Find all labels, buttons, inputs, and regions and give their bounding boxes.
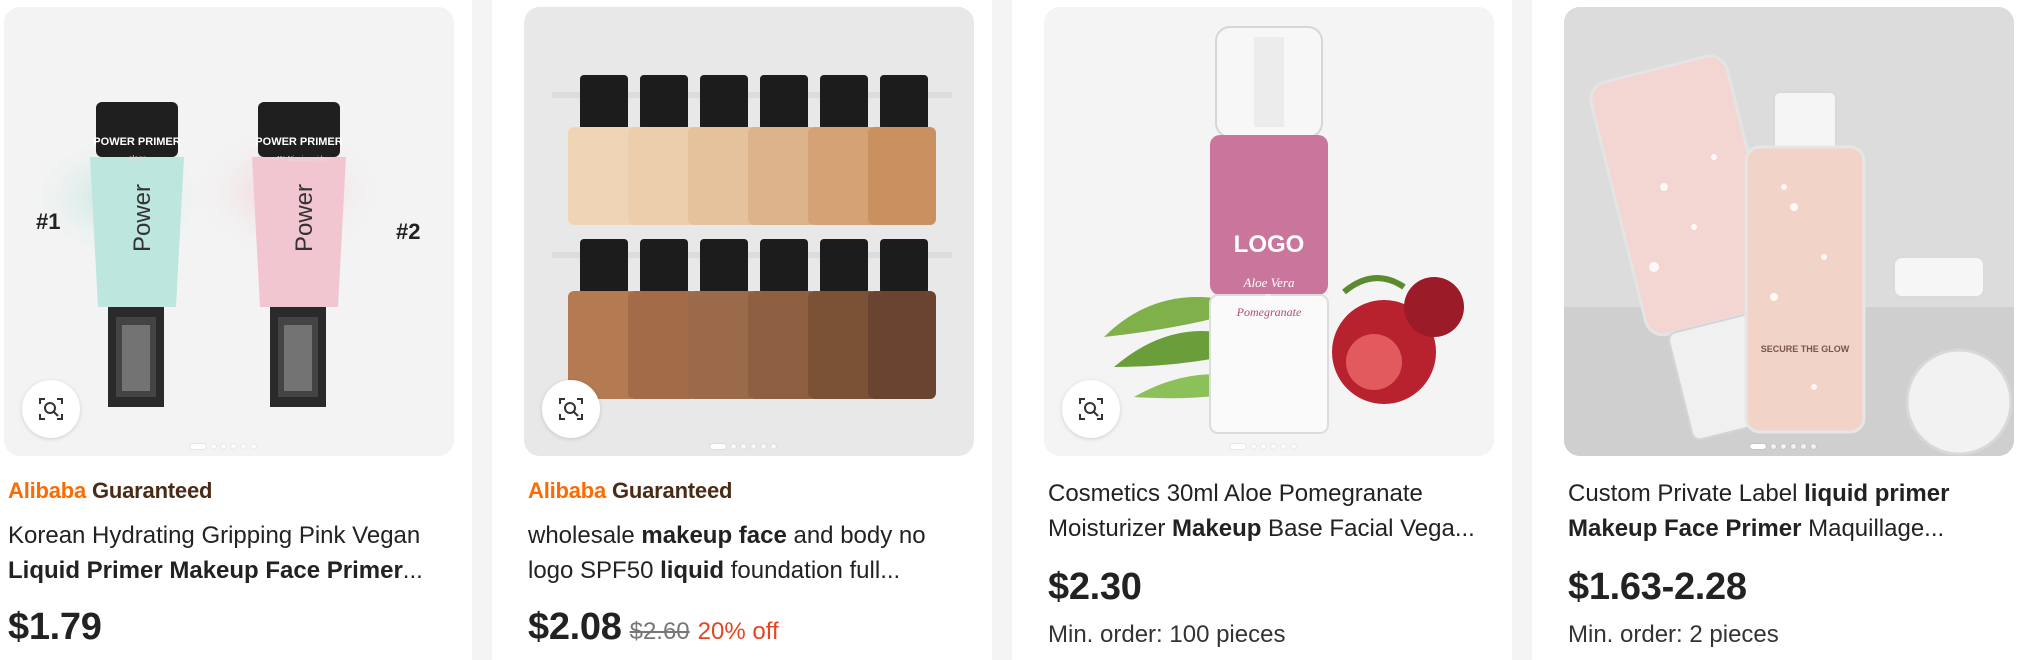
price: $2.08	[528, 606, 622, 648]
title-line: Makeup Face Primer Maquillage...	[1568, 511, 2016, 546]
price-row: $2.30	[1048, 566, 1142, 609]
product-image[interactable]	[524, 7, 974, 456]
bottle-label-text: SECURE THE GLOW	[1761, 344, 1850, 354]
image-search-icon	[559, 398, 583, 420]
title-keyword: Makeup	[1172, 515, 1262, 542]
title-text: Korean Hydrating Gripping Pink Vegan	[8, 522, 421, 549]
tube-sublabel: clear	[128, 154, 146, 163]
title-line: Liquid Primer Makeup Face Primer...	[8, 553, 456, 588]
product-card[interactable]: SECURE THE GLOW Custom Private Label liq…	[1564, 0, 2016, 660]
product-card[interactable]: POWER PRIMER clear POWER PRIMER +4% Niac…	[4, 0, 456, 660]
discount-label: 20% off	[697, 618, 779, 645]
product-image[interactable]: POWER PRIMER clear POWER PRIMER +4% Niac…	[4, 7, 454, 456]
bottle-label-text: Pomegranate	[1236, 305, 1302, 319]
title-keyword: Makeup Face Primer	[1568, 515, 1802, 542]
carousel-indicator	[1750, 442, 1816, 450]
column-gutter	[472, 0, 492, 660]
title-text: Moisturizer	[1048, 515, 1173, 542]
product-image[interactable]: SECURE THE GLOW	[1564, 7, 2014, 456]
carousel-indicator	[710, 442, 776, 450]
alibaba-guaranteed-badge: Alibaba Guaranteed	[8, 478, 213, 503]
price: $1.79	[8, 606, 102, 648]
title-line: wholesale makeup face and body no	[528, 518, 976, 553]
carousel-indicator	[1230, 442, 1296, 450]
carousel-indicator	[190, 442, 256, 450]
variant-label: #2	[396, 219, 420, 244]
image-search-icon	[1079, 398, 1103, 420]
title-text: Cosmetics 30ml Aloe Pomegranate	[1048, 480, 1423, 507]
price: $1.63-2.28	[1568, 566, 1747, 608]
visual-search-button[interactable]	[542, 380, 600, 438]
product-card[interactable]: LOGO Aloe Vera & Pomegranate Cosmetics 3…	[1044, 0, 1496, 660]
title-text: logo SPF50	[528, 557, 661, 584]
title-line: logo SPF50 liquid foundation full...	[528, 553, 976, 588]
title-text: Custom Private Label	[1568, 480, 1805, 507]
alibaba-guaranteed-badge: Alibaba Guaranteed	[528, 478, 733, 503]
column-gutter	[992, 0, 1012, 660]
title-line: Moisturizer Makeup Base Facial Vega...	[1048, 511, 1496, 546]
title-text: and body no	[786, 522, 926, 549]
variant-label: #1	[36, 209, 60, 234]
price: $2.30	[1048, 566, 1142, 608]
price-row: $1.63-2.28	[1568, 566, 1747, 609]
title-text: wholesale	[528, 522, 642, 549]
original-price: $2.60	[629, 618, 690, 645]
product-grid: POWER PRIMER clear POWER PRIMER +4% Niac…	[0, 0, 2018, 660]
visual-search-button[interactable]	[22, 380, 80, 438]
min-order: Min. order: 2 pieces	[1568, 621, 1779, 648]
product-title[interactable]: Cosmetics 30ml Aloe Pomegranate Moisturi…	[1048, 476, 1496, 546]
image-search-icon	[39, 398, 63, 420]
title-line: Korean Hydrating Gripping Pink Vegan	[8, 518, 456, 553]
bottle-label-text: Aloe Vera	[1243, 275, 1295, 290]
product-card[interactable]: Alibaba Guaranteed wholesale makeup face…	[524, 0, 976, 660]
product-title[interactable]: Custom Private Label liquid primer Makeu…	[1568, 476, 2016, 546]
title-text: Base Facial Vega...	[1261, 515, 1475, 542]
product-title[interactable]: Korean Hydrating Gripping Pink Vegan Liq…	[8, 518, 456, 588]
product-image[interactable]: LOGO Aloe Vera & Pomegranate	[1044, 7, 1494, 456]
title-keyword: liquid primer	[1804, 480, 1950, 507]
price-row: $2.08 $2.60 20% off	[528, 606, 779, 649]
column-gutter	[1512, 0, 1532, 660]
title-keyword: makeup face	[641, 522, 787, 549]
tube-label: POWER PRIMER	[93, 136, 180, 148]
bottle-label-text: &	[1265, 292, 1274, 304]
title-line: Cosmetics 30ml Aloe Pomegranate	[1048, 476, 1496, 511]
title-keyword: Liquid Primer Makeup Face Primer	[8, 557, 403, 584]
title-line: Custom Private Label liquid primer	[1568, 476, 2016, 511]
visual-search-button[interactable]	[1062, 380, 1120, 438]
title-text: foundation full...	[724, 557, 901, 584]
title-text: Maquillage...	[1801, 515, 1945, 542]
title-keyword: liquid	[660, 557, 725, 584]
tube-sublabel: +4% Niacinamide	[272, 156, 327, 163]
min-order: Min. order: 100 pieces	[1048, 621, 1286, 648]
brand-text: Power	[291, 184, 318, 252]
price-row: $1.79	[8, 606, 102, 649]
brand-text: Power	[129, 184, 156, 252]
tube-label: POWER PRIMER	[255, 136, 342, 148]
product-title[interactable]: wholesale makeup face and body no logo S…	[528, 518, 976, 588]
bottle-logo-text: LOGO	[1234, 231, 1305, 258]
title-text: ...	[402, 557, 423, 584]
